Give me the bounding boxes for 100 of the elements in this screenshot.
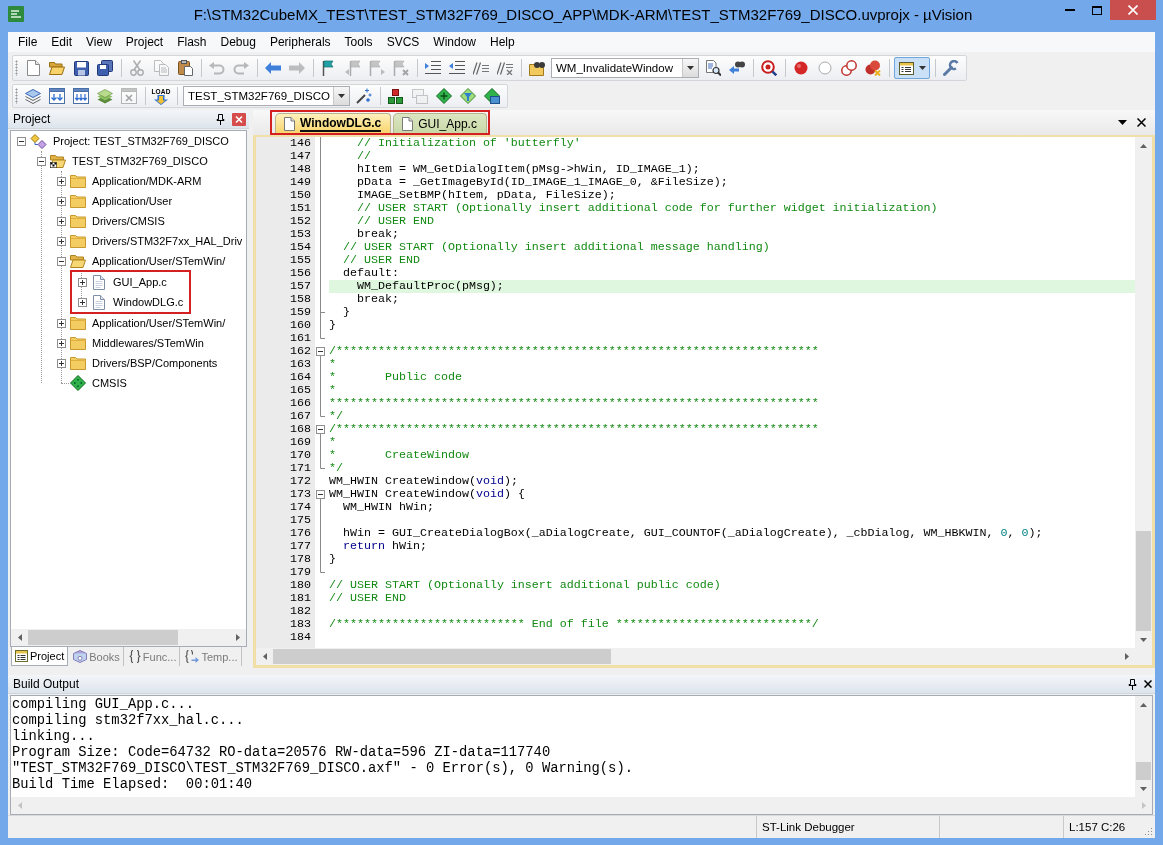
toolbar-button[interactable]: [894, 57, 930, 79]
tree-item[interactable]: Middlewares/STemWin: [57, 334, 204, 352]
close-icon[interactable]: [1137, 118, 1146, 127]
expand-icon[interactable]: [78, 297, 87, 307]
tree-item[interactable]: Drivers/STM32F7xx_HAL_Driv: [57, 232, 243, 250]
expand-icon[interactable]: [57, 196, 66, 206]
line-number: 163: [290, 358, 311, 371]
toolbar-button[interactable]: [94, 57, 116, 79]
stacked-windows-icon: [411, 88, 428, 104]
folder-icon: [70, 194, 86, 208]
tree-item[interactable]: Drivers/BSP/Components: [57, 354, 218, 372]
line-number: 149: [290, 176, 311, 189]
menu-item[interactable]: Flash: [170, 34, 214, 50]
line-number: 184: [290, 631, 311, 644]
tree-item[interactable]: CMSIS: [70, 374, 127, 392]
expand-icon[interactable]: [57, 236, 66, 246]
file-tab[interactable]: WindowDLG.c: [275, 113, 392, 133]
stacked-layers-icon: [25, 88, 41, 104]
toolbar-grip[interactable]: [15, 88, 18, 104]
line-number: 161: [290, 332, 311, 345]
panel-tab[interactable]: Books: [70, 647, 124, 666]
code-line: // USER END: [343, 253, 420, 267]
panel-tab[interactable]: Temp...: [182, 647, 242, 666]
menu-item[interactable]: Tools: [337, 34, 380, 50]
folder-icon: [70, 234, 86, 248]
open-folder-icon: [70, 254, 86, 268]
collapse-icon[interactable]: [57, 256, 66, 266]
combo-box[interactable]: TEST_STM32F769_DISCO: [183, 86, 350, 106]
scrollbar-thumb[interactable]: [273, 649, 611, 664]
tree-item[interactable]: Application/User/STemWin/: [57, 314, 226, 332]
close-icon[interactable]: [1144, 680, 1152, 688]
menu-item[interactable]: SVCS: [379, 34, 427, 50]
pin-icon[interactable]: [1128, 678, 1137, 690]
line-number: 152: [290, 215, 311, 228]
diamond-icon: [70, 375, 86, 391]
stacked-layers-icon: [97, 88, 113, 104]
line-number: 179: [290, 566, 311, 579]
collapse-icon[interactable]: [37, 156, 46, 166]
tree-item[interactable]: Application/User/STemWin/: [57, 252, 226, 270]
collapse-icon[interactable]: [316, 425, 325, 434]
vertical-scrollbar[interactable]: [1135, 696, 1152, 797]
toolbar-button[interactable]: [758, 57, 780, 79]
menu-item[interactable]: Help: [483, 34, 522, 50]
tree-item[interactable]: Application/User: [57, 192, 173, 210]
tree-item[interactable]: GUI_App.c: [78, 273, 167, 291]
code-line: **********************************************************************: [329, 396, 819, 410]
expand-icon[interactable]: [57, 318, 66, 328]
code-line: hItem = WM_GetDialogItem(pMsg->hWin, ID_IMAGE_1);: [356, 162, 700, 176]
file-icon: [93, 294, 105, 310]
line-number: 177: [290, 540, 311, 553]
scrollbar-thumb[interactable]: [28, 630, 178, 645]
line-number: 174: [290, 501, 311, 514]
caret-right-icon: [1141, 802, 1146, 809]
horizontal-scrollbar[interactable]: [11, 797, 1152, 814]
tree-item[interactable]: WindowDLG.c: [78, 293, 184, 311]
expand-icon[interactable]: [57, 358, 66, 368]
status-text: ST-Link Debugger: [762, 821, 855, 833]
menu-item[interactable]: View: [79, 34, 119, 50]
menu-item[interactable]: File: [11, 34, 45, 50]
diamond-box-icon: [483, 88, 500, 104]
scrollbar-thumb[interactable]: [1136, 531, 1151, 631]
resize-grip-icon[interactable]: [1143, 826, 1153, 836]
panel-tab[interactable]: Project: [11, 647, 69, 666]
status-text: L:157 C:26: [1069, 821, 1126, 833]
dropdown-button[interactable]: [682, 59, 698, 77]
magic-wand-icon: [355, 88, 372, 104]
code-line: *: [329, 383, 336, 397]
tree-item[interactable]: Application/MDK-ARM: [57, 172, 202, 190]
horizontal-scrollbar[interactable]: [11, 629, 246, 646]
collapse-icon[interactable]: [316, 490, 325, 499]
toolbar-grip[interactable]: [15, 60, 18, 76]
expand-icon[interactable]: [78, 277, 87, 287]
outdent-icon: [449, 61, 465, 75]
caret-right-icon: [235, 634, 240, 641]
panel-tab[interactable]: Func...: [125, 647, 181, 666]
tree-item[interactable]: TEST_STM32F769_DISCO: [37, 152, 208, 170]
collapse-icon[interactable]: [316, 347, 325, 356]
expand-icon[interactable]: [57, 176, 66, 186]
collapse-icon[interactable]: [17, 136, 26, 146]
menu-item[interactable]: Window: [426, 34, 483, 50]
menu-item[interactable]: Project: [118, 34, 171, 50]
combo-box[interactable]: WM_InvalidateWindow: [551, 58, 699, 78]
file-tab[interactable]: GUI_App.c: [393, 113, 487, 133]
tree-item[interactable]: Project: TEST_STM32F769_DISCO: [17, 132, 229, 150]
code-line: // USER START (Optionally insert additional code for further widget initialization): [356, 201, 938, 215]
expand-icon[interactable]: [57, 338, 66, 348]
line-number: 157: [290, 280, 311, 293]
curved-arrow-icon: [233, 61, 249, 75]
dropdown-button[interactable]: [332, 87, 349, 105]
line-number: 148: [290, 163, 311, 176]
menu-item[interactable]: Edit: [44, 34, 80, 50]
expand-icon[interactable]: [57, 216, 66, 226]
menu-item[interactable]: Debug: [213, 34, 263, 50]
caret-down-icon[interactable]: [1118, 120, 1127, 125]
scrollbar-thumb[interactable]: [1136, 762, 1151, 780]
menu-item[interactable]: Peripherals: [262, 34, 338, 50]
code-line: // USER END: [356, 214, 434, 228]
pin-icon[interactable]: [216, 113, 225, 125]
tree-item[interactable]: Drivers/CMSIS: [57, 212, 165, 230]
code-line: * CreateWindow: [329, 448, 469, 462]
